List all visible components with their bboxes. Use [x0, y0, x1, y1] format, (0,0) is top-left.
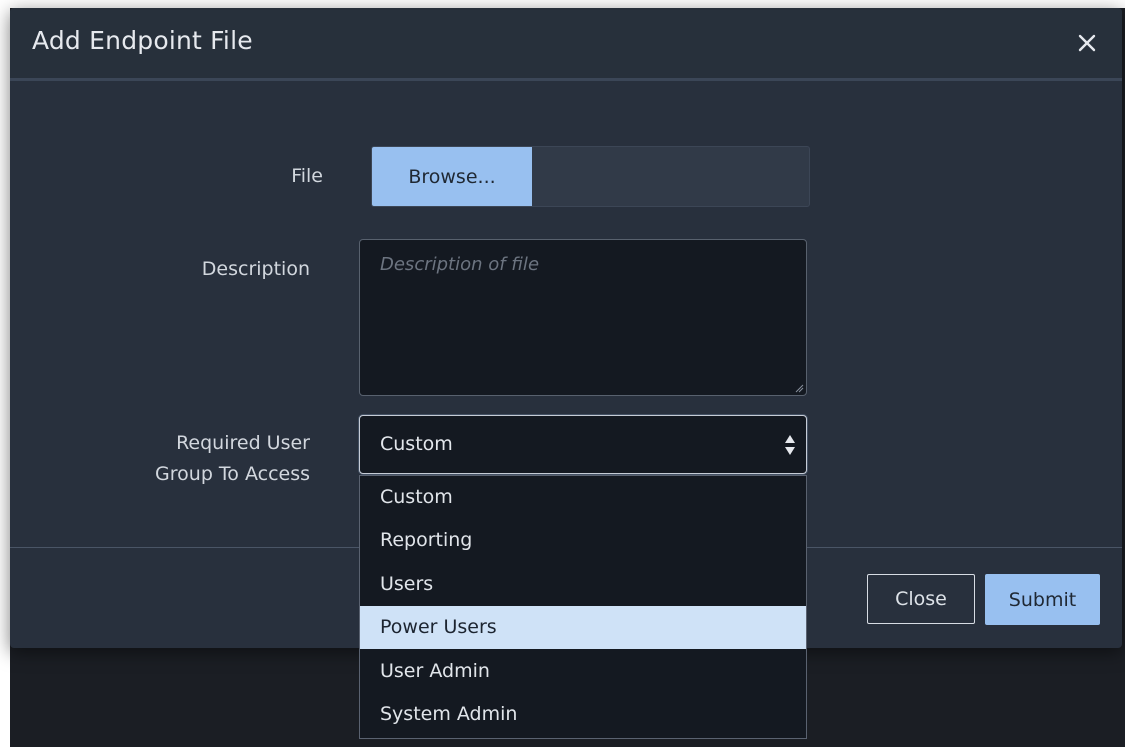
- browse-button[interactable]: Browse...: [372, 147, 532, 206]
- dropdown-option-users[interactable]: Users: [360, 563, 806, 606]
- close-button[interactable]: Close: [867, 574, 975, 624]
- dialog-title: Add Endpoint File: [32, 26, 253, 55]
- group-label-line1: Required User: [176, 432, 310, 454]
- group-label-line2: Group To Access: [155, 463, 310, 485]
- dropdown-option-system-admin[interactable]: System Admin: [360, 693, 806, 736]
- dropdown-option-reporting[interactable]: Reporting: [360, 519, 806, 562]
- user-group-select[interactable]: Custom: [359, 415, 807, 474]
- close-icon[interactable]: [1074, 30, 1100, 56]
- description-textarea[interactable]: Description of file: [359, 239, 807, 396]
- group-label: Required User Group To Access: [110, 428, 310, 490]
- description-placeholder: Description of file: [380, 254, 540, 275]
- dropdown-option-power-users[interactable]: Power Users: [360, 606, 806, 649]
- description-label: Description: [201, 258, 310, 280]
- submit-button[interactable]: Submit: [985, 574, 1100, 625]
- dropdown-option-custom[interactable]: Custom: [360, 476, 806, 519]
- user-group-dropdown: Custom Reporting Users Power Users User …: [359, 475, 807, 739]
- dropdown-option-user-admin[interactable]: User Admin: [360, 650, 806, 693]
- user-group-selected-value: Custom: [380, 433, 453, 455]
- dialog-header: Add Endpoint File: [10, 8, 1122, 81]
- file-input[interactable]: Browse...: [371, 146, 810, 207]
- file-label: File: [291, 165, 323, 187]
- resize-grip-icon[interactable]: [794, 383, 804, 393]
- sort-arrows-icon: [785, 435, 795, 455]
